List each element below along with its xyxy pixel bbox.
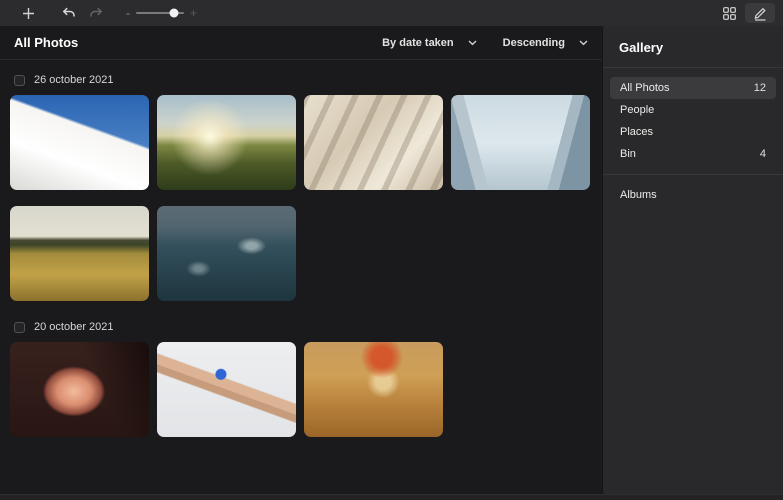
toolbar-right-group — [717, 3, 775, 23]
undo-button[interactable] — [56, 3, 80, 23]
sort-controls: By date taken Descending — [382, 37, 588, 49]
chevron-down-icon — [468, 40, 477, 46]
sidebar-item-label: Bin — [620, 148, 636, 160]
date-section-header: 26 october 2021 — [10, 70, 592, 95]
photo-grid-26-october — [10, 95, 590, 301]
photo-thumbnail[interactable] — [157, 342, 296, 437]
sort-by-dropdown[interactable]: By date taken — [382, 37, 477, 49]
sidebar-item-count: 4 — [760, 148, 766, 160]
sidebar-item-bin[interactable]: Bin 4 — [610, 143, 776, 165]
photo-thumbnail[interactable] — [157, 95, 296, 190]
main-panel: All Photos By date taken Descending — [0, 26, 602, 494]
photo-thumbnail[interactable] — [304, 342, 443, 437]
sidebar-item-label: All Photos — [620, 82, 670, 94]
window-body: All Photos By date taken Descending — [0, 26, 783, 494]
date-label: 20 october 2021 — [34, 321, 114, 333]
sort-by-label: By date taken — [382, 37, 454, 49]
sidebar-item-count: 12 — [754, 82, 766, 94]
zoom-slider-thumb[interactable] — [169, 9, 178, 18]
plus-icon — [22, 7, 35, 20]
sidebar-item-people[interactable]: People — [610, 99, 776, 121]
sidebar-item-albums[interactable]: Albums — [603, 175, 783, 215]
edit-button[interactable] — [745, 3, 775, 23]
sidebar-item-all-photos[interactable]: All Photos 12 — [610, 77, 776, 99]
chevron-down-icon — [579, 40, 588, 46]
zoom-out-button[interactable]: - — [126, 7, 130, 19]
photo-thumbnail[interactable] — [10, 95, 149, 190]
photo-thumbnail[interactable] — [10, 206, 149, 301]
page-title: All Photos — [14, 35, 78, 50]
sidebar-item-places[interactable]: Places — [610, 121, 776, 143]
sort-order-label: Descending — [503, 37, 565, 49]
redo-icon — [89, 7, 104, 20]
grid-icon — [723, 7, 736, 20]
date-checkbox[interactable] — [14, 322, 25, 333]
top-toolbar: - + — [0, 0, 783, 26]
sidebar-title: Gallery — [603, 26, 783, 67]
undo-icon — [61, 7, 76, 20]
photo-thumbnail[interactable] — [10, 342, 149, 437]
redo-button[interactable] — [84, 3, 108, 23]
add-button[interactable] — [16, 3, 40, 23]
zoom-slider: - + — [126, 7, 197, 19]
zoom-in-button[interactable]: + — [190, 7, 197, 19]
date-section-header: 20 october 2021 — [10, 317, 592, 342]
sidebar-item-label: People — [620, 104, 654, 116]
sidebar-item-label: Places — [620, 126, 653, 138]
sidebar-list: All Photos 12 People Places Bin 4 — [603, 68, 783, 174]
photo-grid-20-october — [10, 342, 590, 437]
photo-thumbnail[interactable] — [304, 95, 443, 190]
gallery-sidebar: Gallery All Photos 12 People Places Bin … — [602, 26, 783, 494]
window-bottom-edge — [0, 494, 783, 500]
sort-order-dropdown[interactable]: Descending — [503, 37, 588, 49]
date-checkbox[interactable] — [14, 75, 25, 86]
photo-thumbnail[interactable] — [157, 206, 296, 301]
zoom-slider-track[interactable] — [136, 12, 184, 14]
date-label: 26 october 2021 — [34, 74, 114, 86]
grid-view-button[interactable] — [717, 3, 741, 23]
main-header: All Photos By date taken Descending — [0, 26, 602, 60]
photo-content: 26 october 2021 20 october 2021 — [0, 60, 602, 453]
photo-thumbnail[interactable] — [451, 95, 590, 190]
pencil-icon — [753, 6, 767, 21]
photo-gallery-window: - + — [0, 0, 783, 500]
